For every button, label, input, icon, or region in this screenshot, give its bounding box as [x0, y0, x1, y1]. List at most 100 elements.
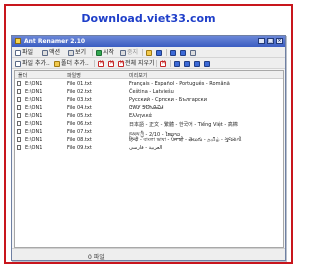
file-icon: [15, 49, 21, 56]
info-icon: [190, 49, 196, 56]
remove-button[interactable]: [108, 59, 114, 67]
table-row[interactable]: E:\ON1 File 07.txt ཁམས་ཀྱི - 2/10 - ໄທລາ…: [15, 128, 283, 138]
menu-action-label: 액션: [49, 49, 61, 56]
save-icon: [156, 49, 162, 56]
open-folder-button[interactable]: [146, 49, 152, 56]
row-filename: File 09.txt: [67, 145, 92, 151]
move-top-button[interactable]: [174, 60, 180, 67]
close-icon[interactable]: ×: [276, 38, 283, 44]
table-row[interactable]: E:\ON1 File 09.txt العربية - فارسی: [15, 144, 283, 152]
toolbar-divider: [156, 60, 157, 67]
row-preview: العربية - فارسی: [129, 145, 163, 151]
options-button[interactable]: [170, 49, 176, 56]
title-bar[interactable]: Ant Renamer 2.10 _ □ ×: [12, 36, 285, 47]
text-file-icon: [17, 105, 21, 110]
options-icon: [170, 49, 176, 56]
close-list-icon: [160, 59, 166, 67]
row-folder: E:\ON1: [25, 137, 43, 143]
row-filename: File 01.txt: [67, 81, 92, 87]
move-down-button[interactable]: [194, 60, 200, 67]
stop-icon: [120, 49, 126, 56]
arrow-top-icon: [174, 60, 180, 67]
table-row[interactable]: E:\ON1 File 05.txt Ελληνικά: [15, 112, 283, 120]
add-folder-label: 폴더 추가..: [61, 60, 89, 67]
table-row[interactable]: E:\ON1 File 06.txt 日本語 - 正文 - 繁體 - 한국어 -…: [15, 120, 283, 128]
text-file-icon: [17, 113, 21, 118]
clear-icon: [118, 59, 124, 67]
stop-label: 중지: [127, 49, 139, 56]
table-row[interactable]: E:\ON1 File 02.txt Čeština - Latviešu: [15, 88, 283, 96]
row-folder: E:\ON1: [25, 121, 43, 127]
start-button[interactable]: 시작: [96, 49, 114, 56]
text-file-icon: [17, 89, 21, 94]
row-preview: Русский - Српски - Български: [129, 97, 207, 103]
add-files-button[interactable]: 파일 추가..: [15, 60, 50, 67]
column-header-filename[interactable]: 파일명: [67, 72, 81, 79]
remove-selected-button[interactable]: [98, 59, 104, 67]
row-preview: 日本語 - 正文 - 繁體 - 한국어 - Tiếng Việt - 高棉: [129, 122, 238, 128]
menu-file-label: 파일: [22, 49, 34, 56]
arrow-down-icon: [194, 60, 200, 67]
help-button[interactable]: [180, 49, 186, 56]
row-filename: File 04.txt: [67, 105, 92, 111]
minimize-icon[interactable]: _: [258, 38, 265, 44]
column-header-preview[interactable]: 미리보기: [129, 72, 147, 79]
add-folder-button[interactable]: 폴더 추가..: [54, 60, 89, 67]
row-folder: E:\ON1: [25, 105, 43, 111]
save-button[interactable]: [156, 49, 162, 56]
arrow-bottom-icon: [204, 60, 210, 67]
clear-all-label: 전체 지우기: [125, 60, 155, 67]
row-filename: File 02.txt: [67, 89, 92, 95]
status-bar: 0 파일: [12, 248, 285, 261]
row-folder: E:\ON1: [25, 97, 43, 103]
row-folder: E:\ON1: [25, 145, 43, 151]
file-list[interactable]: 폴더 파일명 미리보기 E:\ON1 File 01.txt Français …: [14, 70, 284, 248]
stop-button[interactable]: 중지: [120, 49, 138, 56]
row-preview: ᏣᎳᎩ ᎦᏬᏂᎯᏍᏗ: [129, 105, 164, 111]
clear-all-button[interactable]: 전체 지우기: [118, 59, 155, 67]
arrow-up-icon: [184, 60, 190, 67]
file-toolbar: 파일 추가.. 폴더 추가.. 전체 지우기: [12, 58, 285, 69]
table-row[interactable]: E:\ON1 File 01.txt Français - Español - …: [15, 80, 283, 88]
add-folder-icon: [54, 60, 60, 67]
row-filename: File 08.txt: [67, 137, 92, 143]
text-file-icon: [17, 129, 21, 134]
window-title: Ant Renamer 2.10: [24, 38, 86, 45]
table-row[interactable]: E:\ON1 File 08.txt हिन्दी - বাংলা ভাষা -…: [15, 136, 283, 144]
close-list-button[interactable]: [160, 59, 166, 67]
row-preview: Čeština - Latviešu: [129, 89, 174, 95]
row-folder: E:\ON1: [25, 89, 43, 95]
move-bottom-button[interactable]: [204, 60, 210, 67]
app-window: Ant Renamer 2.10 _ □ × 파일 액션 보기 시작 중지 파일…: [11, 35, 286, 261]
row-filename: File 03.txt: [67, 97, 92, 103]
remove-icon: [108, 59, 114, 67]
text-file-icon: [17, 137, 21, 142]
row-folder: E:\ON1: [25, 81, 43, 87]
maximize-icon[interactable]: □: [267, 38, 274, 44]
column-header-folder[interactable]: 폴더: [18, 72, 27, 79]
menu-action-button[interactable]: 액션: [42, 49, 60, 56]
row-folder: E:\ON1: [25, 129, 43, 135]
start-label: 시작: [103, 49, 115, 56]
about-button[interactable]: [190, 49, 196, 56]
menu-view-label: 보기: [75, 49, 87, 56]
text-file-icon: [17, 145, 21, 150]
menu-file-button[interactable]: 파일: [15, 49, 33, 56]
list-icon: [68, 49, 74, 56]
table-row[interactable]: E:\ON1 File 04.txt ᏣᎳᎩ ᎦᏬᏂᎯᏍᏗ: [15, 104, 283, 112]
file-list-header: 폴더 파일명 미리보기: [15, 71, 283, 79]
text-file-icon: [17, 121, 21, 126]
menu-view-button[interactable]: 보기: [68, 49, 86, 56]
row-filename: File 06.txt: [67, 121, 92, 127]
add-files-label: 파일 추가..: [22, 60, 50, 67]
row-folder: E:\ON1: [25, 113, 43, 119]
row-filename: File 07.txt: [67, 129, 92, 135]
toolbar-divider: [142, 49, 143, 56]
table-row[interactable]: E:\ON1 File 03.txt Русский - Српски - Бъ…: [15, 96, 283, 104]
toolbar-divider: [92, 49, 93, 56]
help-icon: [180, 49, 186, 56]
folder-icon: [146, 49, 152, 56]
watermark-title: Download.viet33.com: [81, 12, 216, 25]
remove-icon: [98, 59, 104, 67]
move-up-button[interactable]: [184, 60, 190, 67]
